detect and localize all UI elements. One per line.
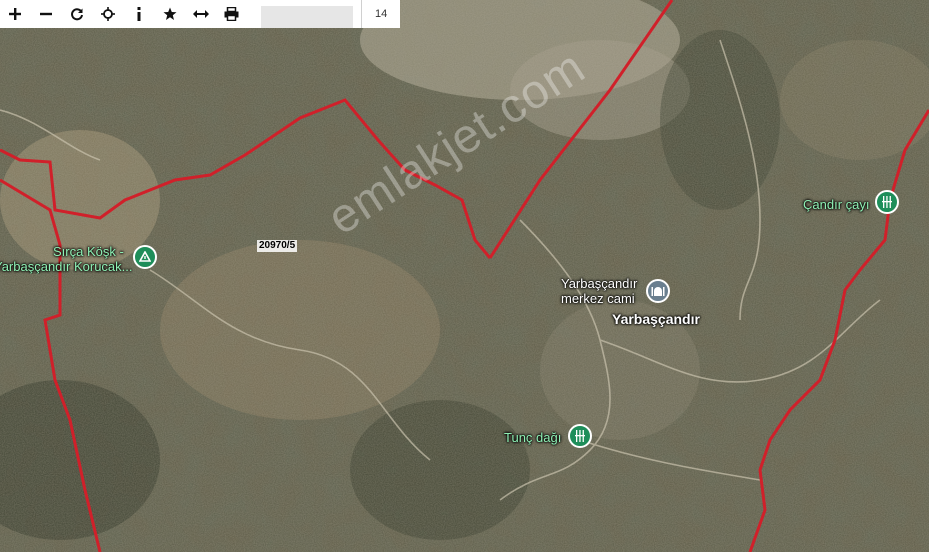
village-label[interactable]: Yarbaşçandır (612, 312, 700, 327)
zoom-in-button[interactable] (0, 0, 31, 28)
picnic-pin-tunc[interactable] (568, 424, 592, 448)
park-pin[interactable] (133, 245, 157, 269)
satellite-map[interactable] (0, 0, 929, 552)
refresh-button[interactable] (62, 0, 93, 28)
search-input[interactable] (261, 6, 354, 28)
print-icon (224, 7, 239, 21)
place-label-tunc[interactable]: Tunç dağı (504, 430, 561, 445)
measure-icon (192, 9, 209, 19)
zoom-in-icon (9, 8, 22, 20)
star-icon (163, 7, 177, 21)
zoom-out-button[interactable] (31, 0, 62, 28)
refresh-icon (70, 7, 84, 21)
place-label-mosque-line1[interactable]: Yarbaşçandır (561, 276, 637, 291)
park-icon (139, 251, 151, 263)
print-button[interactable] (216, 0, 247, 28)
crosshair-icon (101, 7, 116, 21)
zoom-out-icon (40, 8, 53, 20)
place-label-candir[interactable]: Çandır çayı (803, 197, 869, 212)
favorite-button[interactable] (155, 0, 186, 28)
measure-button[interactable] (186, 0, 217, 28)
picnic-pin-candir[interactable] (875, 190, 899, 214)
info-icon (135, 7, 143, 21)
locate-button[interactable] (93, 0, 124, 28)
zoom-level: 14 (374, 8, 388, 20)
mosque-icon (651, 285, 665, 297)
map-toolbar: 14 (0, 0, 400, 28)
picnic-icon (574, 430, 586, 442)
terrain-fine-texture (0, 0, 929, 552)
mosque-pin[interactable] (646, 279, 670, 303)
place-label-sirca[interactable]: Sırça Köşk - (53, 244, 124, 259)
place-label-mosque-line2[interactable]: merkez cami (561, 291, 635, 306)
picnic-icon (881, 196, 893, 208)
info-button[interactable] (124, 0, 155, 28)
place-label-yarbascandir-korucak[interactable]: Yarbaşçandır Korucak... (0, 259, 133, 274)
parcel-label: 20970/5 (257, 240, 298, 252)
